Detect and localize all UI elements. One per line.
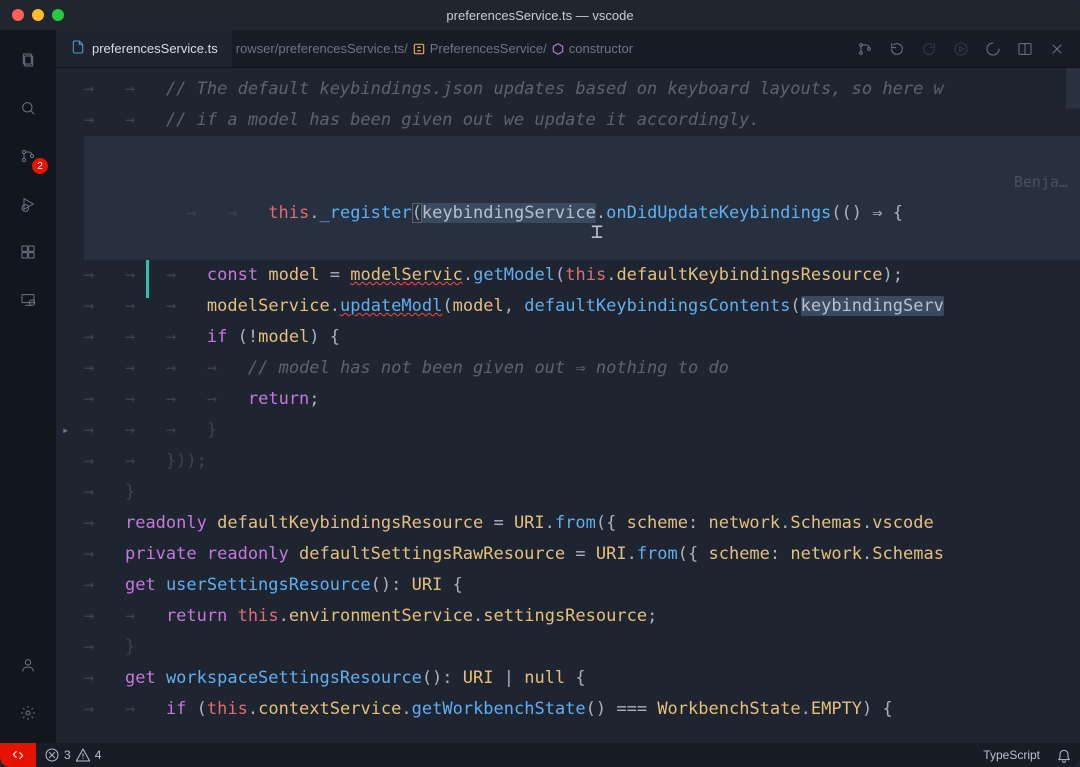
tab-filename: preferencesService.ts [92,41,218,56]
go-forward-icon [920,40,938,58]
window-title: preferencesService.ts — vscode [446,8,633,23]
error-token[interactable]: updateModl [340,296,442,316]
loading-icon[interactable] [984,40,1002,58]
warning-count: 4 [95,748,102,762]
remote-indicator[interactable] [0,743,36,767]
code-editor[interactable]: → → // The default keybindings.json upda… [56,68,1080,743]
language-mode[interactable]: TypeScript [975,748,1048,762]
breadcrumb[interactable]: rowser/preferencesService.ts/ Preference… [232,30,633,67]
editor-tab[interactable]: preferencesService.ts [56,30,232,67]
scm-badge: 2 [32,158,48,174]
breadcrumb-segment-path: rowser/preferencesService.ts/ [236,41,408,56]
run-debug-icon[interactable] [4,184,52,224]
window-controls [0,9,64,21]
remote-explorer-icon[interactable] [4,280,52,320]
activity-bar: 2 [0,30,56,743]
current-line[interactable]: Benja… → → this._register(keybindingServ… [84,136,1080,260]
close-editor-icon[interactable] [1048,40,1066,58]
settings-gear-icon[interactable] [4,693,52,733]
split-editor-icon[interactable] [1016,40,1034,58]
editor-actions [842,30,1080,67]
accounts-icon[interactable] [4,645,52,685]
warning-icon [75,747,91,763]
editor-area: preferencesService.ts rowser/preferences… [56,30,1080,743]
status-bar: 3 4 TypeScript [0,743,1080,767]
typescript-file-icon [70,39,86,58]
error-token[interactable]: modelServic [350,265,463,285]
titlebar[interactable]: preferencesService.ts — vscode [0,0,1080,30]
close-window-button[interactable] [12,9,24,21]
extensions-icon[interactable] [4,232,52,272]
go-back-icon[interactable] [888,40,906,58]
error-count: 3 [64,748,71,762]
fold-indicator-icon[interactable]: ▸ [62,415,69,446]
codelens-author[interactable]: Benja… [1014,167,1068,198]
minimize-window-button[interactable] [32,9,44,21]
run-icon [952,40,970,58]
vscode-window: preferencesService.ts — vscode 2 [0,0,1080,767]
problems-indicator[interactable]: 3 4 [36,747,109,763]
explorer-icon[interactable] [4,40,52,80]
breadcrumb-segment-method: constructor [569,41,633,56]
error-icon [44,747,60,763]
search-icon[interactable] [4,88,52,128]
breadcrumb-segment-class: PreferencesService/ [430,41,547,56]
compare-changes-icon[interactable] [856,40,874,58]
maximize-window-button[interactable] [52,9,64,21]
notifications-icon[interactable] [1048,747,1080,763]
source-control-icon[interactable]: 2 [4,136,52,176]
tab-bar: preferencesService.ts rowser/preferences… [56,30,1080,68]
class-icon [412,42,426,56]
method-icon [551,42,565,56]
